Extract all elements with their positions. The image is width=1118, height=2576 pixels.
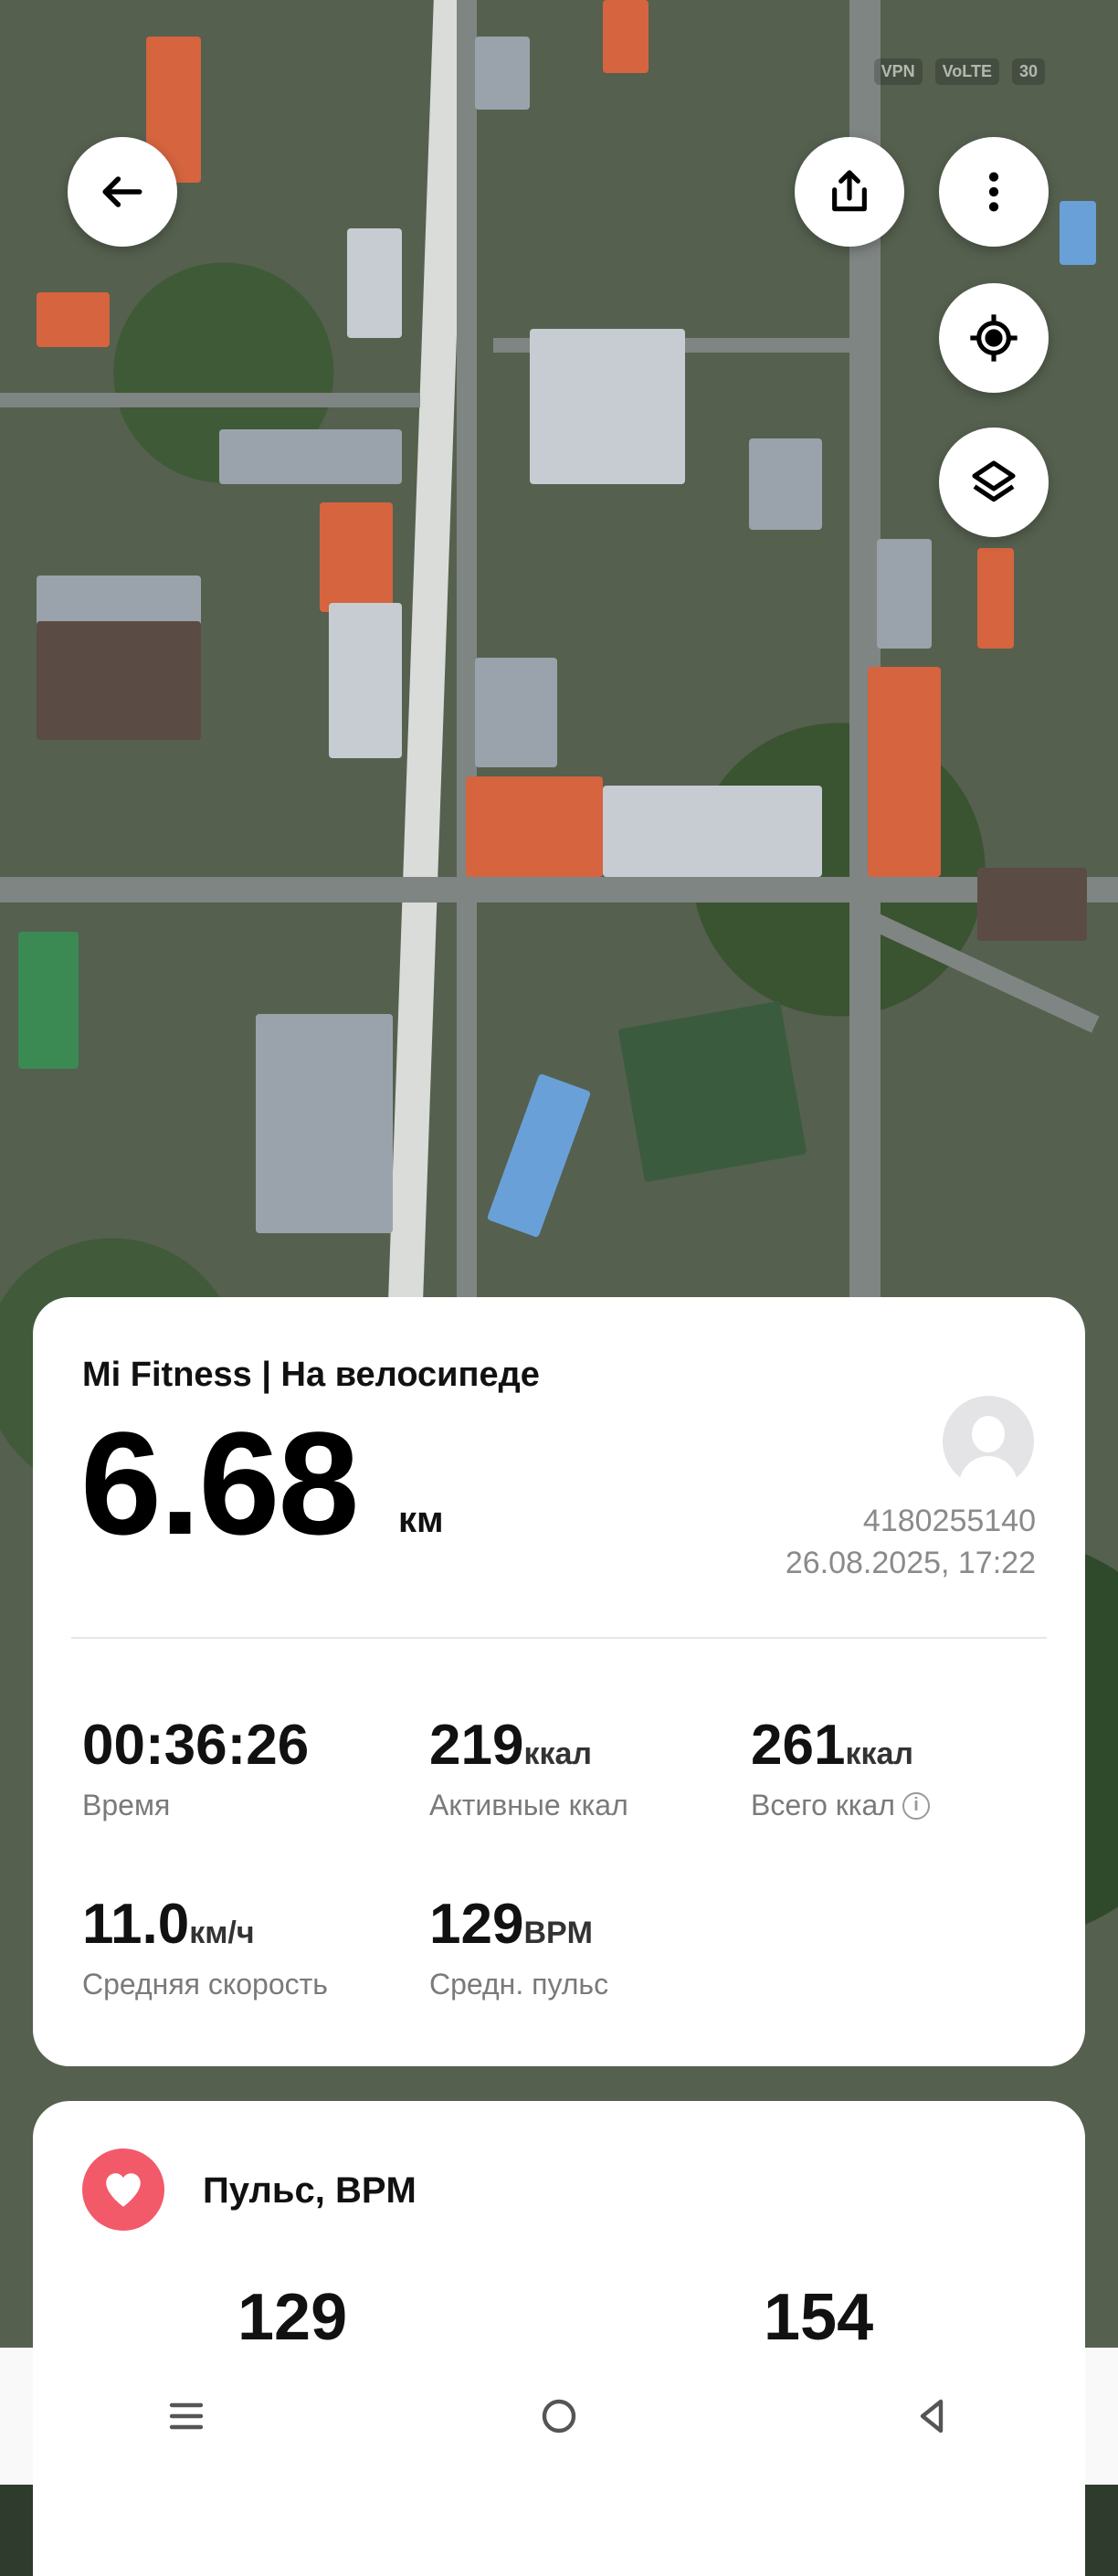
nav-back-button[interactable] [895, 2380, 968, 2453]
pulse-max-value: 154 [764, 2281, 874, 2354]
heart-icon [106, 2173, 141, 2207]
workout-date: 26.08.2025, 17:22 [785, 1546, 1036, 1580]
stat-unit: ккал [523, 1737, 592, 1771]
heart-badge [82, 2148, 164, 2231]
stat-label: Активные ккал [429, 1789, 628, 1821]
stat-value: 129 [429, 1893, 524, 1956]
info-icon[interactable]: i [902, 1791, 930, 1820]
workout-summary-card: Mi Fitness | На велосипеде 6.68 км 41802… [33, 1297, 1085, 2066]
stat-label: Средняя скорость [82, 1968, 328, 2001]
vpn-indicator: VPN [873, 58, 923, 85]
stat-unit: км/ч [189, 1916, 255, 1950]
nav-menu-button[interactable] [150, 2380, 223, 2453]
share-icon [832, 170, 867, 212]
share-button[interactable] [795, 137, 904, 247]
menu-icon [169, 2402, 204, 2430]
more-button[interactable] [939, 137, 1049, 247]
user-id: 4180255140 [862, 1504, 1036, 1538]
layers-button[interactable] [939, 428, 1049, 537]
more-vertical-icon [988, 172, 999, 212]
pulse-card[interactable]: Пульс, BPM 129 154 [33, 2101, 1085, 2576]
pulse-title: Пульс, BPM [203, 2170, 417, 2211]
stat-label: Время [82, 1789, 171, 1821]
stat-value: 11.0 [82, 1893, 190, 1956]
locate-button[interactable] [939, 283, 1049, 393]
distance-value: 6.68 [80, 1401, 359, 1565]
stat-label: Всего ккал [751, 1789, 895, 1821]
status-bar: VPN VoLTE 30 [873, 55, 1045, 88]
locate-icon [970, 314, 1018, 362]
distance-unit: км [398, 1500, 444, 1540]
stat-value: 261 [751, 1714, 846, 1777]
volte-indicator: VoLTE [934, 58, 999, 85]
pulse-avg-value: 129 [237, 2281, 348, 2354]
home-circle-icon [542, 2399, 576, 2433]
stat-active-kcal: 219ккал Активные ккал [429, 1717, 628, 1822]
stat-total-kcal: 261ккал Всего ккал i [751, 1717, 930, 1822]
sport-title: Mi Fitness | На велосипеде [82, 1356, 540, 1394]
stat-time: 00:36:26 Время [82, 1717, 309, 1822]
avatar[interactable] [943, 1396, 1034, 1487]
back-button[interactable] [68, 137, 177, 247]
nav-home-button[interactable] [522, 2380, 596, 2453]
divider [71, 1637, 1047, 1639]
stat-avg-pulse: 129BPM Средн. пульс [429, 1896, 608, 2001]
arrow-left-icon [102, 176, 142, 207]
layers-icon [972, 460, 1016, 502]
stat-avg-speed: 11.0км/ч Средняя скорость [82, 1896, 328, 2001]
stat-value: 219 [429, 1714, 524, 1777]
back-triangle-icon [920, 2399, 944, 2433]
stat-label: Средн. пульс [429, 1968, 609, 2001]
system-nav-bar [0, 2348, 1118, 2485]
stat-value: 00:36:26 [82, 1714, 310, 1777]
stat-unit: ккал [845, 1737, 913, 1771]
stat-unit: BPM [523, 1916, 594, 1950]
battery-indicator: 30 [1011, 58, 1045, 85]
